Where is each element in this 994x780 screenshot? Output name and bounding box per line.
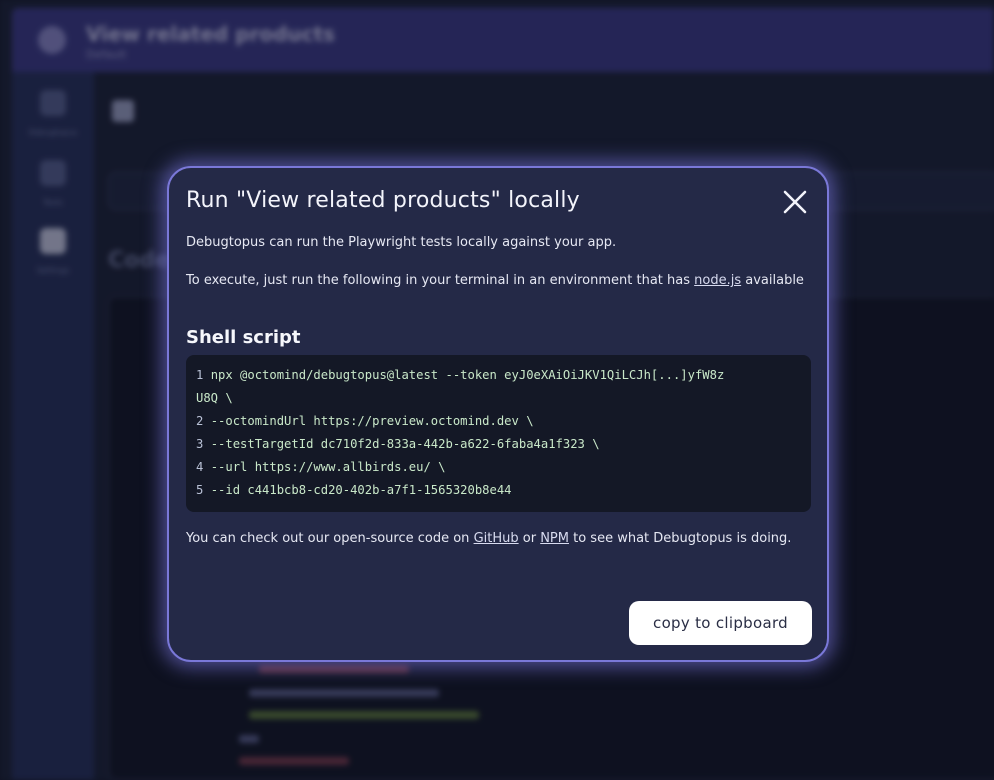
line-number: 1 [196,368,204,382]
code-line: 2 --octomindUrl https://preview.octomind… [196,410,801,433]
code-line: 3 --testTargetId dc710f2d-833a-442b-a622… [196,433,801,456]
run-locally-dialog: Run "View related products" locally Debu… [167,166,829,662]
footer-text: to see what Debugtopus is doing. [568,531,792,546]
close-icon[interactable] [781,188,809,216]
code-text: npx @octomind/debugtopus@latest --token … [210,368,725,382]
github-link[interactable]: GitHub [474,531,519,546]
intro-text: Debugtopus can run the Playwright tests … [186,235,617,250]
shell-script-heading: Shell script [186,327,301,348]
execute-text: To execute, just run the following in yo… [186,273,695,288]
execute-text-tail: available [741,273,804,288]
dialog-title: Run "View related products" locally [186,188,580,213]
footer-text: You can check out our open-source code o… [186,531,474,546]
code-text: --id c441bcb8-cd20-402b-a7f1-1565320b8e4… [210,483,512,497]
line-number: 2 [196,414,204,428]
code-line: 1 npx @octomind/debugtopus@latest --toke… [196,364,801,387]
line-number: 4 [196,460,204,474]
shell-script-code-block: 1 npx @octomind/debugtopus@latest --toke… [186,355,811,512]
code-text: --url https://www.allbirds.eu/ \ [210,460,446,474]
line-number: 5 [196,483,204,497]
execute-instructions: To execute, just run the following in yo… [186,271,806,290]
line-number: 3 [196,437,204,451]
npm-link[interactable]: NPM [540,531,569,546]
open-source-note: You can check out our open-source code o… [186,529,806,548]
code-text: --octomindUrl https://preview.octomind.d… [210,414,534,428]
code-line: 5 --id c441bcb8-cd20-402b-a7f1-1565320b8… [196,479,801,502]
footer-text: or [518,531,541,546]
nodejs-link[interactable]: node.js [694,273,741,288]
code-text: U8Q \ [196,391,233,405]
code-text: --testTargetId dc710f2d-833a-442b-a622-6… [210,437,600,451]
code-line: 4 --url https://www.allbirds.eu/ \ [196,456,801,479]
code-line: U8Q \ [196,387,801,410]
copy-to-clipboard-button[interactable]: copy to clipboard [629,601,812,645]
